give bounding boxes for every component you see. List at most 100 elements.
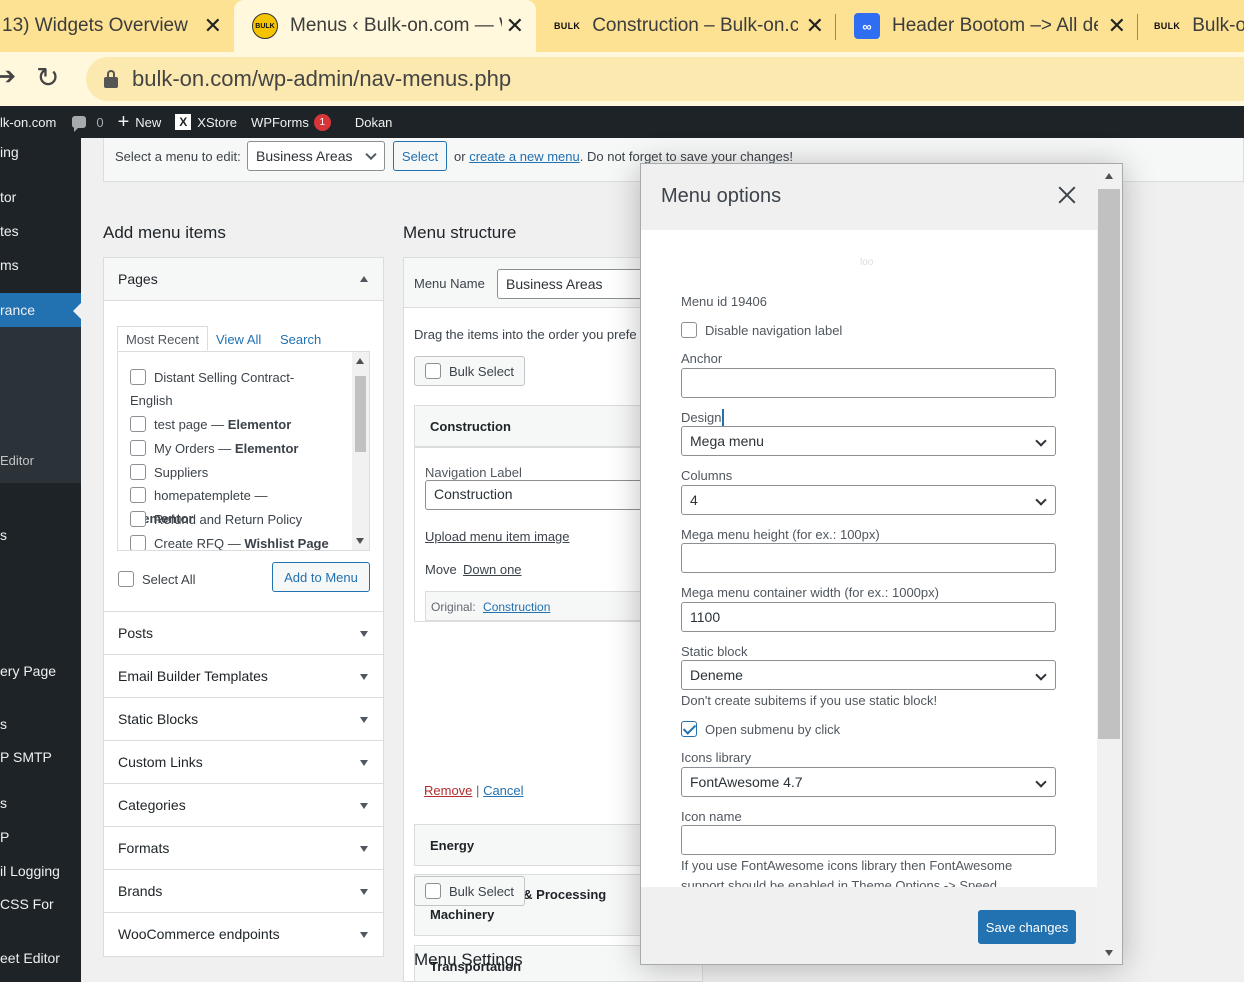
fontawesome-note: support should be enabled in Theme Optio… [681, 878, 997, 887]
mega-height-input[interactable] [681, 543, 1056, 573]
reload-icon[interactable]: ↻ [36, 61, 59, 94]
close-icon[interactable]: ✕ [204, 13, 222, 39]
comment-bubble-icon [72, 116, 87, 132]
formats-section[interactable]: Formats [104, 827, 383, 870]
sidebar-item[interactable]: ms [0, 257, 19, 273]
sidebar-item[interactable]: s [0, 795, 7, 811]
static-blocks-section[interactable]: Static Blocks [104, 698, 383, 741]
close-icon[interactable] [1054, 182, 1080, 208]
scroll-down-icon[interactable] [1105, 950, 1113, 956]
scroll-thumb[interactable] [1098, 189, 1120, 739]
browser-tab-construction[interactable]: BULK Construction – Bulk-on.co ✕ [536, 0, 836, 52]
tab-view-all[interactable]: View All [216, 326, 261, 351]
close-icon[interactable]: ✕ [806, 13, 824, 39]
cancel-link[interactable]: Cancel [483, 783, 523, 798]
url-field[interactable]: bulk-on.com/wp-admin/nav-menus.php [86, 57, 1244, 101]
browser-tab-header[interactable]: ∞ Header Bootom –> All de ✕ [836, 0, 1138, 52]
menu-select-dropdown[interactable]: Business Areas [247, 141, 385, 171]
browser-tab-bulk[interactable]: BULK Bulk-on [1138, 0, 1244, 52]
select-button[interactable]: Select [393, 141, 447, 171]
forward-arrow-icon[interactable]: ➔ [0, 62, 16, 91]
site-name-link[interactable]: lk-on.com [0, 115, 56, 130]
chevron-down-icon [365, 148, 377, 161]
browser-tab-menus[interactable]: BULK Menus ‹ Bulk-on.com — W ✕ [234, 0, 536, 52]
list-item[interactable]: Distant Selling Contract- English [130, 366, 330, 412]
chevron-down-icon [1035, 494, 1047, 506]
remove-link[interactable]: Remove [424, 783, 472, 798]
sidebar-item[interactable]: s [0, 716, 7, 732]
upload-image-link[interactable]: Upload menu item image [425, 529, 570, 544]
checkbox[interactable] [118, 571, 134, 587]
checklist-scrollbar[interactable] [352, 352, 369, 550]
icons-library-select[interactable]: FontAwesome 4.7 [681, 767, 1056, 797]
bulk-select-button[interactable]: Bulk Select [414, 356, 526, 386]
section-title: Pages [118, 271, 158, 287]
bulk-select-button-bottom[interactable]: Bulk Select [414, 876, 526, 906]
checkbox[interactable] [130, 511, 146, 527]
tab-search[interactable]: Search [280, 326, 321, 351]
wpforms-link[interactable]: WPForms 1 [251, 113, 331, 131]
save-changes-button[interactable]: Save changes [978, 910, 1076, 944]
columns-select[interactable]: 4 [681, 485, 1056, 515]
sidebar-item[interactable]: ing [0, 144, 19, 160]
list-item[interactable]: Create RFQ — Wishlist Page [130, 532, 360, 550]
scroll-up-icon[interactable] [356, 358, 364, 364]
move-label: Move [425, 562, 457, 577]
browser-tab-widgets[interactable]: 13) Widgets Overview | A ✕ [0, 0, 234, 52]
xstore-link[interactable]: X XStore [175, 114, 237, 130]
scroll-thumb[interactable] [355, 376, 366, 452]
comments-link[interactable]: 0 [72, 115, 104, 132]
checkbox[interactable] [681, 322, 697, 338]
checkbox[interactable] [130, 369, 146, 385]
sidebar-item[interactable]: eet Editor [0, 950, 60, 966]
checkbox[interactable] [130, 440, 146, 456]
select-menu-label: Select a menu to edit: [115, 149, 241, 164]
move-down-link[interactable]: Down one [463, 562, 522, 577]
pages-section-header[interactable]: Pages [104, 258, 383, 301]
open-submenu-checkbox[interactable]: Open submenu by click [681, 721, 840, 737]
list-item[interactable]: Suppliers [130, 461, 330, 484]
sidebar-item[interactable]: P SMTP [0, 749, 52, 765]
close-icon[interactable]: ✕ [1108, 13, 1126, 39]
list-item[interactable]: Refund and Return Policy [130, 508, 330, 531]
container-width-input[interactable]: 1100 [681, 602, 1056, 632]
brands-section[interactable]: Brands [104, 870, 383, 913]
woocommerce-endpoints-section[interactable]: WooCommerce endpoints [104, 913, 383, 956]
select-all-checkbox[interactable]: Select All [118, 571, 195, 587]
sidebar-item[interactable]: s [0, 527, 7, 543]
sidebar-item[interactable]: tor [0, 189, 16, 205]
sidebar-item[interactable]: CSS For [0, 896, 54, 912]
scroll-up-icon[interactable] [1105, 173, 1113, 179]
add-to-menu-button[interactable]: Add to Menu [272, 562, 370, 592]
disable-nav-label-checkbox[interactable]: Disable navigation label [681, 322, 842, 338]
checkbox[interactable] [130, 487, 146, 503]
modal-scrollbar[interactable] [1097, 164, 1122, 964]
scroll-down-icon[interactable] [356, 538, 364, 544]
static-block-select[interactable]: Deneme [681, 660, 1056, 690]
checkbox[interactable] [130, 416, 146, 432]
tab-most-recent[interactable]: Most Recent [117, 326, 208, 351]
checkbox[interactable] [130, 535, 146, 550]
list-item[interactable]: test page — Elementor [130, 413, 330, 436]
dokan-link[interactable]: Dokan [355, 115, 393, 130]
checkbox[interactable] [130, 464, 146, 480]
close-icon[interactable]: ✕ [506, 13, 524, 39]
anchor-input[interactable] [681, 368, 1056, 398]
sidebar-subitem[interactable]: Editor [0, 453, 34, 468]
sidebar-item[interactable]: il Logging [0, 863, 60, 879]
new-content-link[interactable]: + New [118, 111, 162, 134]
list-item[interactable]: My Orders — Elementor [130, 437, 330, 460]
categories-section[interactable]: Categories [104, 784, 383, 827]
checkbox-checked[interactable] [681, 721, 697, 737]
sidebar-item[interactable]: ery Page [0, 663, 56, 679]
design-select[interactable]: Mega menu [681, 426, 1056, 456]
email-builder-section[interactable]: Email Builder Templates [104, 655, 383, 698]
sidebar-item[interactable]: tes [0, 223, 19, 239]
posts-section[interactable]: Posts [104, 612, 383, 655]
original-link[interactable]: Construction [483, 600, 550, 614]
create-menu-link[interactable]: create a new menu [469, 149, 580, 164]
sidebar-item[interactable]: P [0, 829, 9, 845]
custom-links-section[interactable]: Custom Links [104, 741, 383, 784]
sidebar-item-appearance[interactable]: rance [0, 293, 81, 327]
icon-name-input[interactable] [681, 825, 1056, 855]
